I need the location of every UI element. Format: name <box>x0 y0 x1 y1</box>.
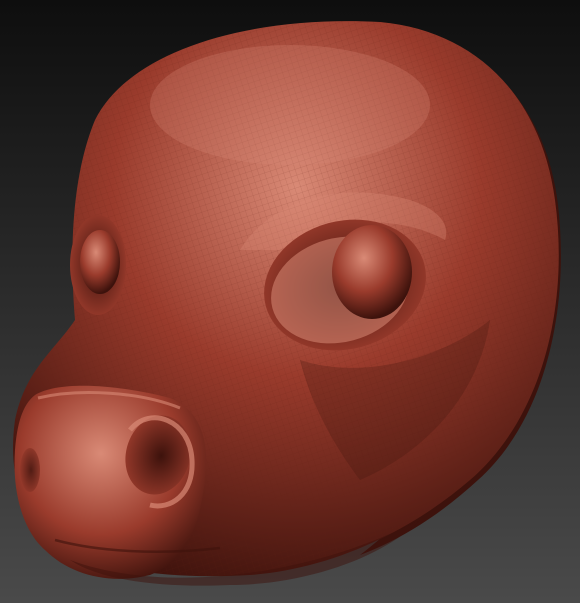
right-eyeball <box>332 225 412 319</box>
left-eyeball <box>80 230 120 294</box>
sculpt-viewport[interactable] <box>0 0 580 603</box>
forehead-highlight <box>150 45 430 165</box>
left-nostril <box>20 448 40 492</box>
sculpt-canvas[interactable] <box>0 0 580 603</box>
